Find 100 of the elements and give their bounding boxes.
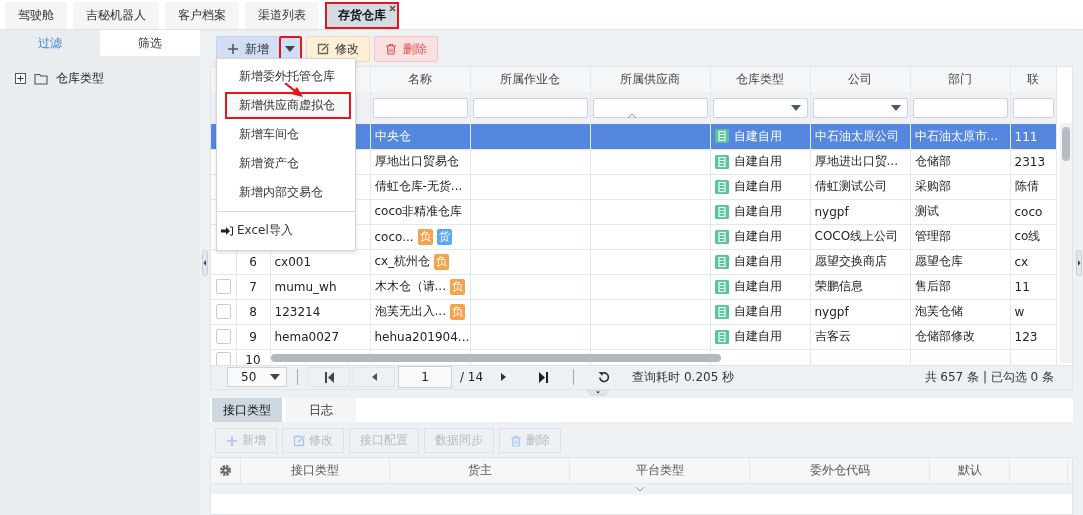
table-cell: hema0027 xyxy=(274,329,340,344)
filter-select[interactable] xyxy=(812,98,908,118)
table-cell: 自建自用 xyxy=(733,154,782,168)
menu-item[interactable]: 新增委外托管仓库 xyxy=(219,63,353,90)
caret-icon xyxy=(790,105,801,111)
table-cell: 自建自用 xyxy=(733,179,782,193)
table-cell: co线 xyxy=(1014,229,1041,243)
column-header[interactable]: 默认 xyxy=(930,458,1010,483)
table-cell: 中石油太原公司 xyxy=(814,128,899,143)
folder-icon xyxy=(34,72,48,85)
filter-field[interactable] xyxy=(472,98,588,118)
row-checkbox[interactable] xyxy=(215,351,231,365)
column-header[interactable]: 所属供应商 xyxy=(590,67,710,92)
row-number: 8 xyxy=(249,304,257,319)
collapse-handle-icon[interactable] xyxy=(1076,249,1082,276)
table-cell: w xyxy=(1014,304,1025,319)
caret-icon xyxy=(270,374,280,381)
table-cell: 吉客云 xyxy=(814,329,851,343)
row-checkbox[interactable] xyxy=(215,279,231,294)
collapse-handle-icon[interactable] xyxy=(202,249,208,276)
page-field[interactable]: 1 xyxy=(398,366,452,389)
page-size-select[interactable]: 50 xyxy=(227,367,287,388)
table-cell: 仓储部 xyxy=(914,154,951,168)
vertical-scrollbar[interactable] xyxy=(1060,123,1072,363)
refresh-icon xyxy=(598,371,611,384)
tab[interactable]: 客户档案 xyxy=(165,2,239,29)
horizontal-scrollbar[interactable] xyxy=(271,354,721,362)
row-checkbox[interactable] xyxy=(215,329,231,344)
column-header[interactable]: 公司 xyxy=(810,67,910,92)
tab[interactable]: 接口类型 xyxy=(212,398,282,422)
menu-item[interactable]: Excel导入 xyxy=(219,217,353,244)
table-cell: coco... xyxy=(374,229,414,244)
table-cell: 陈倩 xyxy=(1014,179,1039,193)
tab[interactable]: 驾驶舱 xyxy=(5,2,67,29)
column-header[interactable]: 平台类型 xyxy=(570,458,750,483)
table-cell: 中石油太原市... xyxy=(914,128,998,143)
tree-item[interactable]: 仓库类型 xyxy=(56,70,104,87)
table-cell: 自建自用 xyxy=(733,279,782,293)
tag: 负 xyxy=(434,253,450,270)
filter-field[interactable] xyxy=(372,98,468,118)
table-cell: 泡芙仓储 xyxy=(914,304,963,318)
tab[interactable]: 存货仓库 xyxy=(325,2,399,29)
previous-icon xyxy=(371,373,377,382)
table-cell: 仓储部修改 xyxy=(914,329,975,343)
column-header[interactable]: 接口类型 xyxy=(241,458,390,483)
table-cell: nygpf xyxy=(814,304,849,319)
column-header[interactable]: 委外仓代码 xyxy=(750,458,930,483)
page-total: / 14 xyxy=(460,370,484,385)
table-cell: 荣鹏信息 xyxy=(814,279,863,293)
table-cell: mumu_wh xyxy=(274,279,337,294)
column-header[interactable]: 部门 xyxy=(910,67,1010,92)
row-number: 7 xyxy=(249,279,257,294)
clipboard-icon xyxy=(714,304,729,319)
import-icon xyxy=(221,225,233,236)
table-cell: 自建自用 xyxy=(733,204,782,218)
tag: 负 xyxy=(449,303,465,320)
first-page-icon xyxy=(324,371,334,383)
settings-icon[interactable] xyxy=(219,464,232,477)
table-cell: 倩虹仓库-无货... xyxy=(374,179,463,193)
caret-icon xyxy=(285,46,295,52)
table-cell: 厚地出口贸易仓 xyxy=(374,154,459,168)
table-cell: 测试 xyxy=(914,204,939,218)
table-cell: 木木仓（请... xyxy=(374,279,446,293)
clipboard-icon xyxy=(714,129,729,144)
table-cell: 愿望仓库 xyxy=(914,254,963,268)
menu-item[interactable]: 新增供应商虚拟仓 xyxy=(225,92,351,119)
first-page-button[interactable] xyxy=(308,367,350,388)
table-cell: 自建自用 xyxy=(733,254,782,268)
clipboard-icon xyxy=(714,329,729,344)
splitter-handle-icon[interactable] xyxy=(586,389,609,396)
expand-icon[interactable] xyxy=(15,73,26,84)
menu-item[interactable]: 新增资产仓 xyxy=(219,150,353,177)
tag: 负 xyxy=(449,278,465,295)
table-cell: 自建自用 xyxy=(733,128,782,143)
column-header[interactable]: 所属作业仓 xyxy=(470,67,590,92)
filter-field[interactable] xyxy=(592,98,708,118)
filter-tab[interactable]: 筛选 xyxy=(100,30,200,56)
close-icon[interactable] xyxy=(389,5,396,12)
table-cell: 管理部 xyxy=(914,229,951,243)
filter-field[interactable] xyxy=(912,98,1008,118)
tab[interactable]: 日志 xyxy=(286,398,356,422)
menu-item[interactable]: 新增车间仓 xyxy=(219,121,353,148)
plus-icon xyxy=(227,43,239,55)
record-summary: 共 657 条 | 已勾选 0 条 xyxy=(924,368,1054,386)
column-header[interactable]: 仓库类型 xyxy=(710,67,810,92)
filter-select[interactable] xyxy=(712,98,808,118)
column-header[interactable]: 联 xyxy=(1010,67,1056,92)
clipboard-icon xyxy=(714,154,729,169)
chevron-down-icon[interactable] xyxy=(635,486,645,492)
column-header[interactable]: 名称 xyxy=(370,67,470,92)
filter-field[interactable] xyxy=(1012,98,1054,118)
trash-icon xyxy=(385,43,397,55)
tab[interactable]: 渠道列表 xyxy=(245,2,319,29)
menu-item[interactable]: 新增内部交易仓 xyxy=(219,179,353,206)
column-header[interactable]: 货主 xyxy=(390,458,570,483)
table-cell: 中央仓 xyxy=(374,128,411,143)
tab[interactable]: 吉秘机器人 xyxy=(73,2,159,29)
table-cell: 自建自用 xyxy=(733,229,782,243)
row-checkbox[interactable] xyxy=(215,304,231,319)
table-cell: 自建自用 xyxy=(733,329,782,343)
